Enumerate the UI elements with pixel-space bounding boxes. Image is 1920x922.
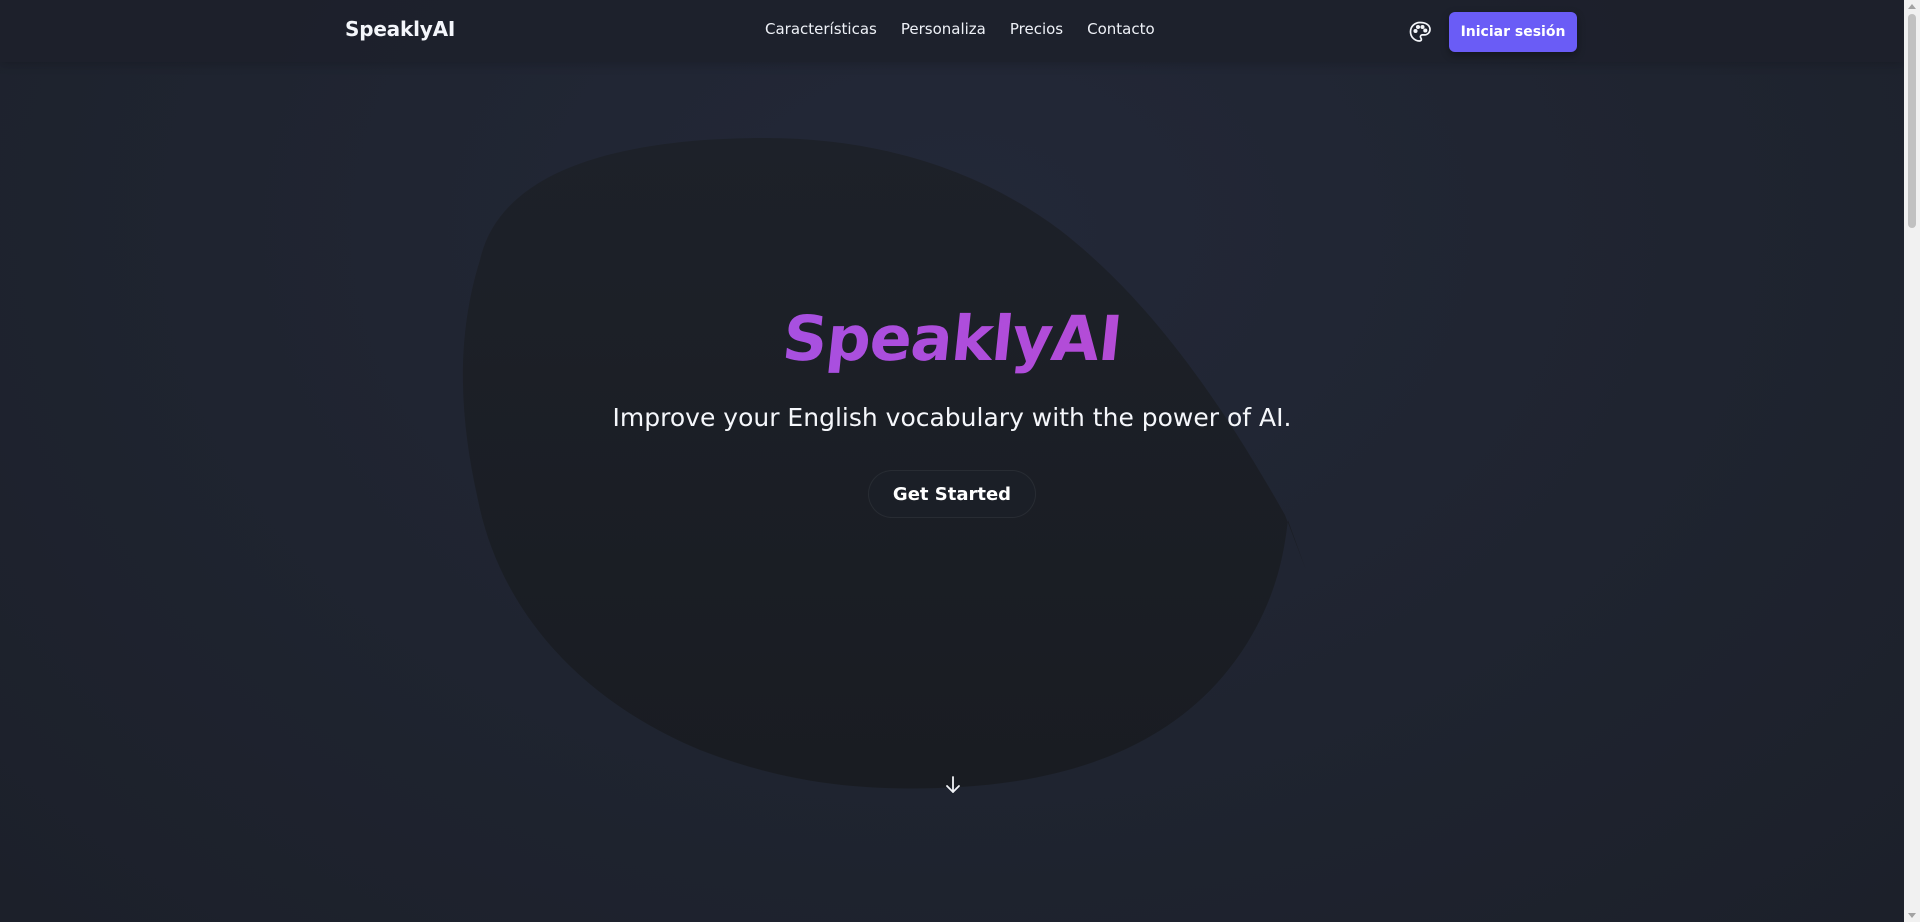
page-scrollbar[interactable] bbox=[1904, 0, 1920, 922]
nav-link-personaliza[interactable]: Personaliza bbox=[901, 20, 986, 38]
hero-subtitle: Improve your English vocabulary with the… bbox=[612, 403, 1292, 432]
login-button[interactable]: Iniciar sesión bbox=[1449, 12, 1577, 52]
scrollbar-thumb[interactable] bbox=[1908, 14, 1916, 228]
scroll-down-arrow-icon[interactable] bbox=[1908, 913, 1916, 918]
top-header: SpeaklyAI Características Personaliza Pr… bbox=[0, 0, 1904, 62]
main-nav: Características Personaliza Precios Cont… bbox=[765, 20, 1155, 38]
palette-icon[interactable] bbox=[1408, 20, 1432, 44]
nav-link-precios[interactable]: Precios bbox=[1010, 20, 1063, 38]
hero-logo-wordmark: SpeaklyAI bbox=[0, 302, 1908, 375]
brand-logo[interactable]: SpeaklyAI bbox=[345, 17, 455, 41]
scroll-up-arrow-icon[interactable] bbox=[1908, 4, 1916, 9]
nav-link-caracteristicas[interactable]: Características bbox=[765, 20, 877, 38]
nav-link-contacto[interactable]: Contacto bbox=[1087, 20, 1155, 38]
arrow-down-icon[interactable] bbox=[943, 774, 963, 796]
get-started-button[interactable]: Get Started bbox=[868, 470, 1036, 518]
